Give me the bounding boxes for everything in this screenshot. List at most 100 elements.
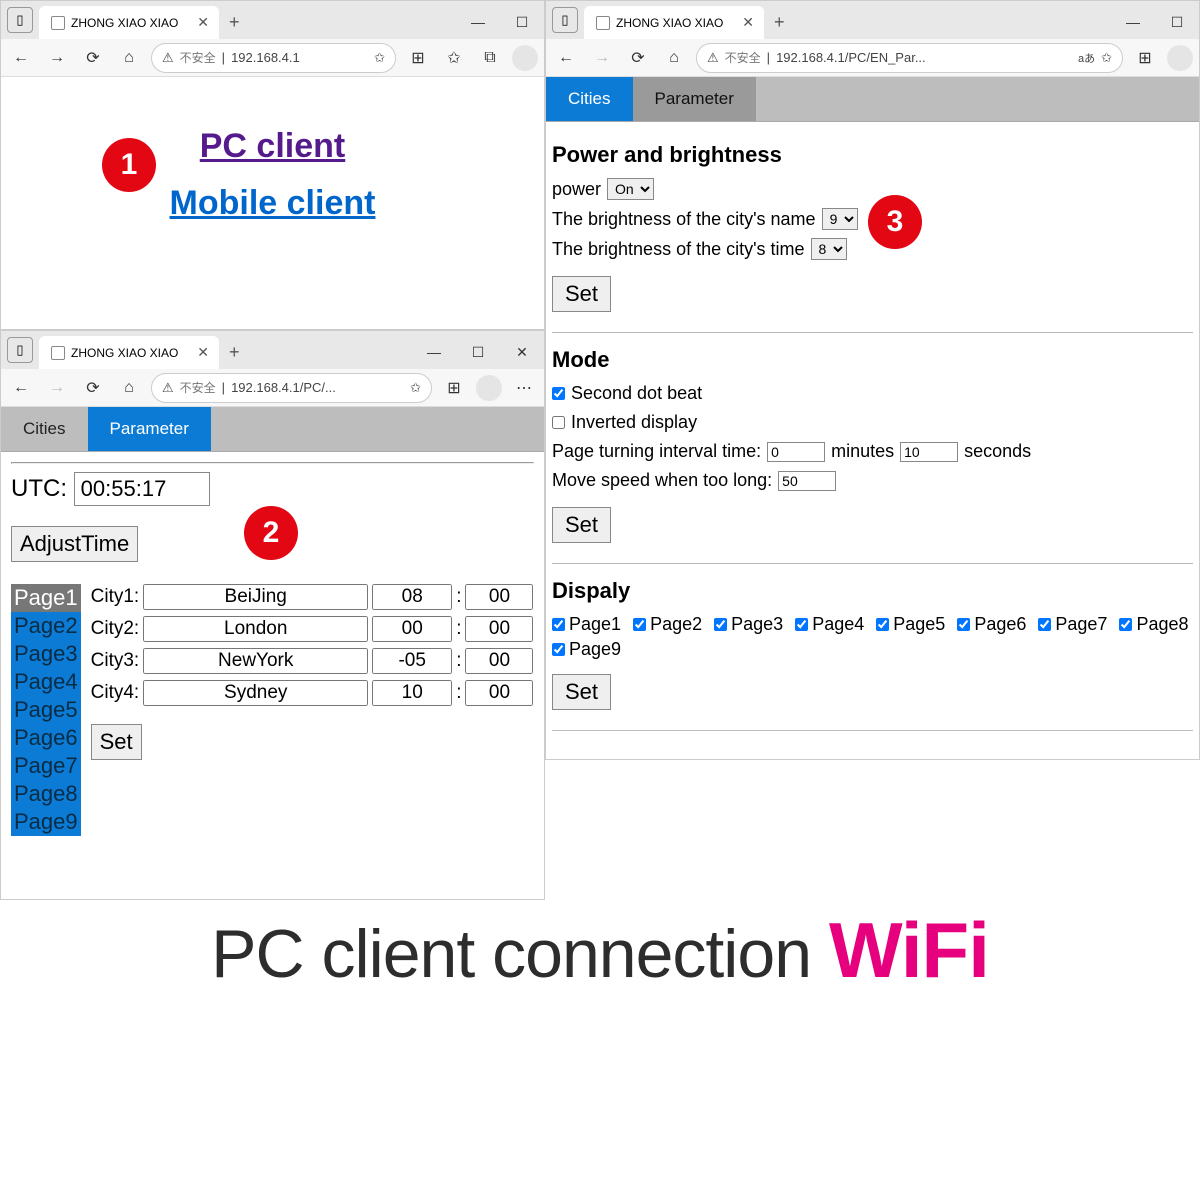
divider: | — [222, 380, 225, 395]
second-dot-label: Second dot beat — [571, 383, 702, 404]
brightness-name-select[interactable]: 9 — [822, 208, 858, 230]
set-power-button[interactable]: Set — [552, 276, 611, 312]
page-checkbox[interactable] — [795, 618, 808, 631]
city-min-input[interactable] — [465, 584, 533, 610]
profile-avatar[interactable] — [1167, 45, 1193, 71]
mobile-client-link[interactable]: Mobile client — [170, 184, 376, 222]
translate-badge[interactable]: aあ — [1078, 50, 1095, 66]
city-min-input[interactable] — [465, 616, 533, 642]
city-min-input[interactable] — [465, 648, 533, 674]
minimize-icon[interactable]: — — [412, 336, 456, 369]
utc-input[interactable] — [74, 472, 210, 506]
page-checkbox[interactable] — [1038, 618, 1051, 631]
city-tz-input[interactable] — [372, 680, 452, 706]
minimize-icon[interactable]: — — [456, 6, 500, 39]
close-icon[interactable]: ✕ — [500, 336, 544, 369]
forward-icon[interactable]: → — [43, 44, 71, 72]
adjust-time-button[interactable]: AdjustTime — [11, 526, 138, 562]
maximize-icon[interactable]: ☐ — [456, 336, 500, 369]
browser-tab[interactable]: ZHONG XIAO XIAO ✕ — [39, 6, 219, 39]
tab-parameter[interactable]: Parameter — [633, 77, 756, 121]
close-tab-icon[interactable]: ✕ — [742, 14, 754, 31]
new-tab-button[interactable]: + — [764, 6, 795, 39]
extensions-icon[interactable]: ⊞ — [404, 44, 432, 72]
interval-sec-input[interactable] — [900, 442, 958, 462]
refresh-icon[interactable]: ⟳ — [624, 44, 652, 72]
brightness-time-select[interactable]: 8 — [811, 238, 847, 260]
page-checkbox[interactable] — [1119, 618, 1132, 631]
city-min-input[interactable] — [465, 680, 533, 706]
page-item-selected[interactable]: Page1 — [11, 584, 81, 612]
vertical-tabs-icon[interactable]: ▯ — [7, 337, 33, 363]
refresh-icon[interactable]: ⟳ — [79, 374, 107, 402]
city-tz-input[interactable] — [372, 584, 452, 610]
vertical-tabs-icon[interactable]: ▯ — [7, 7, 33, 33]
more-icon[interactable]: ⋯ — [510, 374, 538, 402]
second-dot-checkbox[interactable] — [552, 387, 565, 400]
city-tz-input[interactable] — [372, 648, 452, 674]
page-item[interactable]: Page9 — [11, 808, 81, 836]
forward-icon[interactable]: → — [43, 374, 71, 402]
browser-tab[interactable]: ZHONG XIAO XIAO ✕ — [584, 6, 764, 39]
city-tz-input[interactable] — [372, 616, 452, 642]
home-icon[interactable]: ⌂ — [660, 44, 688, 72]
page-checkbox[interactable] — [633, 618, 646, 631]
page-checkbox[interactable] — [552, 643, 565, 656]
favorite-icon[interactable]: ✩ — [374, 50, 385, 66]
home-icon[interactable]: ⌂ — [115, 374, 143, 402]
set-mode-button[interactable]: Set — [552, 507, 611, 543]
page-item[interactable]: Page8 — [11, 780, 81, 808]
speed-input[interactable] — [778, 471, 836, 491]
city-name-input[interactable] — [143, 648, 368, 674]
page-item[interactable]: Page3 — [11, 640, 81, 668]
page-item[interactable]: Page7 — [11, 752, 81, 780]
browser-tab[interactable]: ZHONG XIAO XIAO ✕ — [39, 336, 219, 369]
city-name-input[interactable] — [143, 584, 368, 610]
city-name-input[interactable] — [143, 616, 368, 642]
address-bar[interactable]: ⚠ 不安全 | 192.168.4.1/PC/... ✩ — [151, 373, 432, 403]
forward-icon[interactable]: → — [588, 44, 616, 72]
page-checkbox[interactable] — [552, 618, 565, 631]
home-icon[interactable]: ⌂ — [115, 44, 143, 72]
favorite-icon[interactable]: ✩ — [410, 380, 421, 396]
close-tab-icon[interactable]: ✕ — [197, 344, 209, 361]
address-bar[interactable]: ⚠ 不安全 | 192.168.4.1/PC/EN_Par... aあ ✩ — [696, 43, 1123, 73]
minimize-icon[interactable]: — — [1111, 6, 1155, 39]
new-tab-button[interactable]: + — [219, 336, 250, 369]
maximize-icon[interactable]: ☐ — [1155, 6, 1199, 39]
page-checkbox[interactable] — [957, 618, 970, 631]
page-item[interactable]: Page5 — [11, 696, 81, 724]
tab-title: ZHONG XIAO XIAO — [71, 16, 178, 30]
page-checkbox[interactable] — [714, 618, 727, 631]
tab-parameter[interactable]: Parameter — [88, 407, 211, 451]
tab-cities[interactable]: Cities — [1, 407, 88, 451]
new-tab-button[interactable]: + — [219, 6, 250, 39]
vertical-tabs-icon[interactable]: ▯ — [552, 7, 578, 33]
collections-icon[interactable]: ⧉ — [476, 44, 504, 72]
profile-avatar[interactable] — [476, 375, 502, 401]
interval-min-input[interactable] — [767, 442, 825, 462]
close-tab-icon[interactable]: ✕ — [197, 14, 209, 31]
back-icon[interactable]: ← — [7, 374, 35, 402]
back-icon[interactable]: ← — [7, 44, 35, 72]
refresh-icon[interactable]: ⟳ — [79, 44, 107, 72]
page-item[interactable]: Page4 — [11, 668, 81, 696]
page-checkbox[interactable] — [876, 618, 889, 631]
extensions-icon[interactable]: ⊞ — [440, 374, 468, 402]
favorites-icon[interactable]: ✩ — [440, 44, 468, 72]
address-bar[interactable]: ⚠ 不安全 | 192.168.4.1 ✩ — [151, 43, 396, 73]
city-name-input[interactable] — [143, 680, 368, 706]
extensions-icon[interactable]: ⊞ — [1131, 44, 1159, 72]
profile-avatar[interactable] — [512, 45, 538, 71]
page-item[interactable]: Page6 — [11, 724, 81, 752]
tab-cities[interactable]: Cities — [546, 77, 633, 121]
maximize-icon[interactable]: ☐ — [500, 6, 544, 39]
power-select[interactable]: On — [607, 178, 654, 200]
set-cities-button[interactable]: Set — [91, 724, 142, 760]
page-icon — [596, 16, 610, 30]
inverted-checkbox[interactable] — [552, 416, 565, 429]
page-item[interactable]: Page2 — [11, 612, 81, 640]
back-icon[interactable]: ← — [552, 44, 580, 72]
favorite-icon[interactable]: ✩ — [1101, 50, 1112, 66]
set-display-button[interactable]: Set — [552, 674, 611, 710]
